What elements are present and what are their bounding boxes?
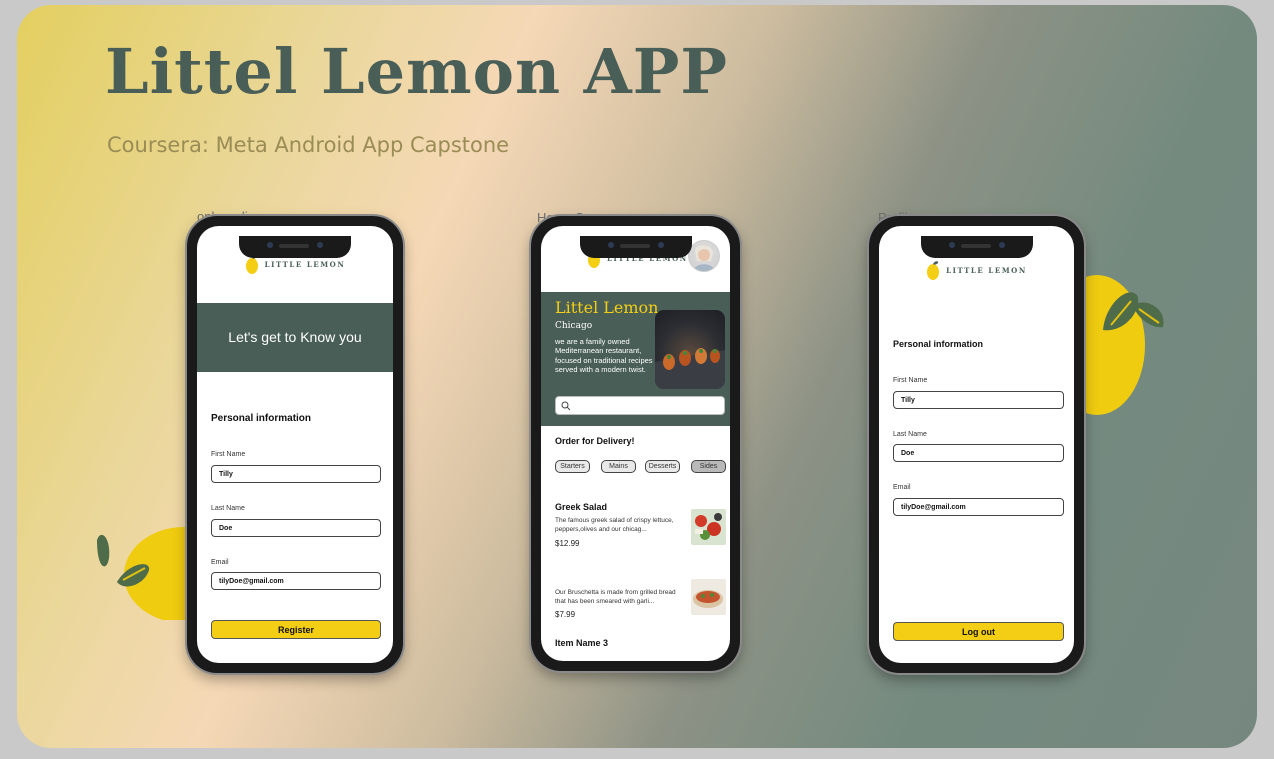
section-title: Personal information xyxy=(211,413,312,424)
menu-item-description: Our Bruschetta is made from grilled brea… xyxy=(555,589,676,605)
phone-notch xyxy=(920,236,1033,258)
order-title: Order for Delivery! xyxy=(555,436,635,446)
first-name-label: First Name xyxy=(893,377,928,384)
profile-avatar[interactable] xyxy=(688,240,720,272)
home-phone: LITTLE LEMON Littel Lemon Chicago we are… xyxy=(531,216,740,671)
chip-mains[interactable]: Mains xyxy=(601,460,636,473)
first-name-field[interactable]: Tilly xyxy=(893,391,1064,409)
profile-phone: LITTLE LEMON Personal information First … xyxy=(869,216,1084,673)
search-icon xyxy=(561,401,571,411)
chip-desserts[interactable]: Desserts xyxy=(645,460,680,473)
onboarding-banner: Let's get to Know you xyxy=(197,303,393,372)
menu-item-price: $12.99 xyxy=(555,539,580,548)
phone-notch xyxy=(579,236,692,258)
greek-salad-image xyxy=(691,509,726,545)
hero-image xyxy=(655,310,725,389)
hero-city: Chicago xyxy=(555,321,593,331)
section-title: Personal information xyxy=(893,339,984,349)
last-name-label: Last Name xyxy=(893,431,927,438)
category-chips: Starters Mains Desserts Sides xyxy=(555,460,730,474)
presentation-board: Littel Lemon APP Coursera: Meta Android … xyxy=(17,5,1257,748)
avatar-image xyxy=(693,245,715,271)
profile-screen: LITTLE LEMON Personal information First … xyxy=(879,226,1074,663)
hero-section: Littel Lemon Chicago we are a family own… xyxy=(541,292,730,426)
menu-item-name: Greek Salad xyxy=(555,502,608,512)
hero-title: Littel Lemon xyxy=(555,298,659,317)
last-name-field[interactable]: Doe xyxy=(211,519,381,537)
page-subtitle: Coursera: Meta Android App Capstone xyxy=(107,133,510,157)
chip-sides[interactable]: Sides xyxy=(691,460,726,473)
menu-item-name[interactable]: Item Name 3 xyxy=(555,638,608,648)
page-title: Littel Lemon APP xyxy=(105,35,729,108)
chip-starters[interactable]: Starters xyxy=(555,460,590,473)
email-label: Email xyxy=(211,559,229,566)
logo-text: LITTLE LEMON xyxy=(946,265,1027,275)
hero-description: we are a family owned Mediterranean rest… xyxy=(555,337,653,375)
register-button[interactable]: Register xyxy=(211,620,381,639)
lemon-logo-icon xyxy=(927,261,940,280)
email-field[interactable]: tilyDoe@gmail.com xyxy=(893,498,1064,516)
email-field[interactable]: tilyDoe@gmail.com xyxy=(211,572,381,590)
phone-notch xyxy=(239,236,351,258)
first-name-field[interactable]: Tilly xyxy=(211,465,381,483)
home-screen: LITTLE LEMON Littel Lemon Chicago we are… xyxy=(541,226,730,661)
bruschetta-image xyxy=(691,579,726,615)
search-input[interactable] xyxy=(555,396,725,415)
first-name-label: First Name xyxy=(211,451,246,458)
onboarding-screen: LITTLE LEMON Let's get to Know you Perso… xyxy=(197,226,393,663)
logout-button[interactable]: Log out xyxy=(893,622,1064,641)
menu-item-price: $7.99 xyxy=(555,610,576,619)
email-label: Email xyxy=(893,484,911,491)
menu-item-description: The famous greek salad of crispy lettuce… xyxy=(555,517,674,533)
app-logo: LITTLE LEMON xyxy=(879,260,1074,280)
logo-text: LITTLE LEMON xyxy=(264,259,346,269)
last-name-label: Last Name xyxy=(211,505,245,512)
last-name-field[interactable]: Doe xyxy=(893,444,1064,462)
onboarding-phone: LITTLE LEMON Let's get to Know you Perso… xyxy=(187,216,403,673)
